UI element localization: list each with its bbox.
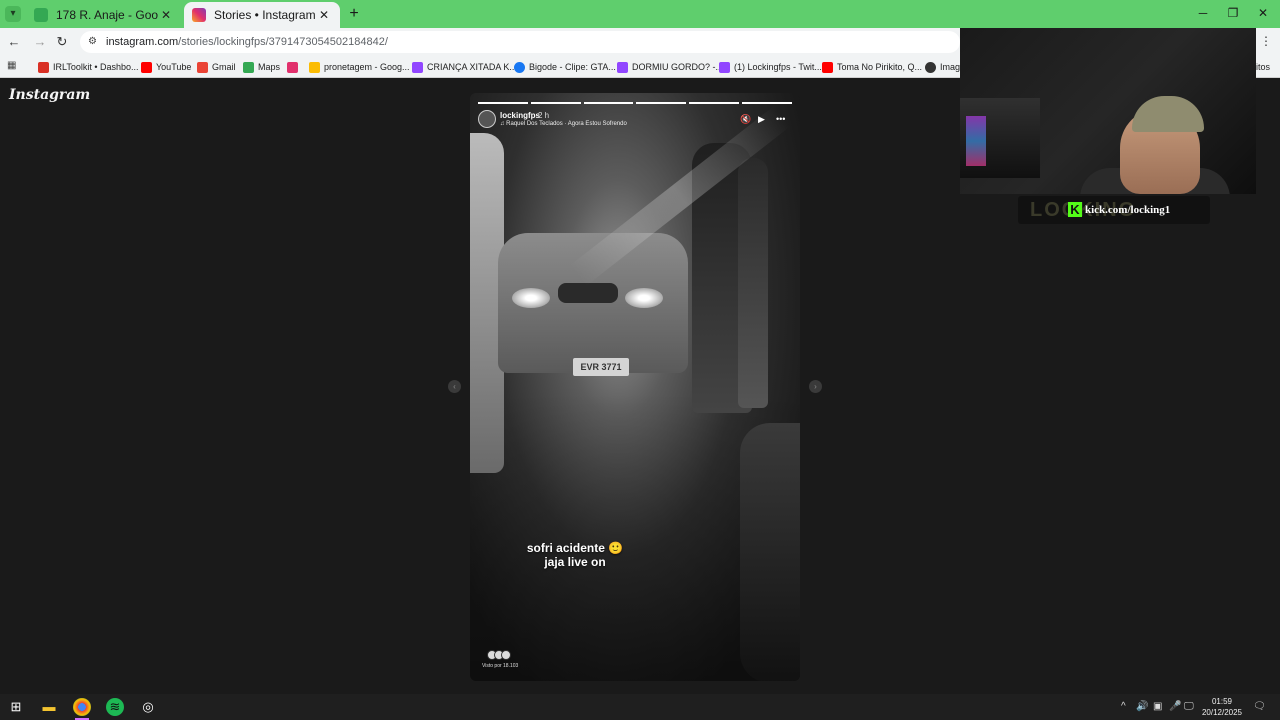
story-username[interactable]: lockingfps <box>500 111 540 120</box>
caption-line: jaja live on <box>544 555 606 569</box>
restore-icon[interactable]: ❐ <box>1226 6 1240 20</box>
facebook-icon <box>514 61 525 73</box>
network-icon[interactable]: 🖵 <box>1184 701 1194 712</box>
avatar[interactable] <box>478 110 496 128</box>
notifications-icon[interactable]: 🗨 <box>1253 701 1266 712</box>
story-photo-person <box>738 158 768 408</box>
bookmark-pronetagem[interactable]: pronetagem - Goog... <box>309 60 410 74</box>
bookmark-irltoolkit[interactable]: IRLToolkit • Dashbo... <box>38 60 139 74</box>
story-photo-headlight <box>625 288 663 308</box>
twitch-icon <box>617 61 628 73</box>
tab-instagram[interactable]: Stories • Instagram ✕ <box>184 2 340 28</box>
bookmark-crianca[interactable]: CRIANÇA XITADA K... <box>412 60 517 74</box>
instagram-logo[interactable]: Instagram <box>9 87 90 103</box>
viewer-avatars[interactable] <box>487 650 511 660</box>
mute-icon[interactable]: 🔇 <box>740 114 751 125</box>
bookmark-lockingfps[interactable]: (1) Lockingfps - Twit... <box>719 60 822 74</box>
clock-time: 01:59 <box>1211 697 1233 706</box>
story-photo-motorcycle <box>740 423 800 681</box>
bookmark-gmail[interactable]: Gmail <box>197 60 236 74</box>
maps-icon <box>243 61 254 73</box>
chrome-icon[interactable] <box>73 698 91 720</box>
instagram-icon <box>287 61 298 73</box>
tab-search-icon[interactable]: ▾ <box>5 6 21 22</box>
bookmark-image[interactable]: Image <box>925 60 965 74</box>
tab-title: Stories • Instagram <box>214 8 316 22</box>
youtube-icon <box>822 61 833 73</box>
site-info-icon[interactable]: ⚙ <box>88 36 100 48</box>
previous-story-arrow-icon[interactable]: ‹ <box>448 380 461 393</box>
taskbar: ⊞ ▬ ≋ ◎ ^ 🔊 ▣ 🎤 🖵 01:59 20/12/2025 🗨 <box>0 694 1280 720</box>
forward-icon[interactable]: → <box>32 34 48 50</box>
globe-icon <box>925 61 936 73</box>
webcam-person-cap <box>1132 96 1204 132</box>
bookmark-dormiu[interactable]: DORMIU GORDO? -... <box>617 60 723 74</box>
maps-icon <box>34 8 48 22</box>
story-music-label[interactable]: ♫ Raquel Dos Teclados · Agora Estou Sofr… <box>500 121 627 127</box>
back-icon[interactable]: ← <box>6 34 22 50</box>
apps-grid-icon[interactable]: ▦ <box>7 60 16 71</box>
url-text: instagram.com/stories/lockingfps/3791473… <box>106 36 388 48</box>
new-tab-button[interactable]: + <box>345 5 363 23</box>
story-photo-grille <box>558 283 618 303</box>
viewer-avatar <box>501 650 511 660</box>
webcam-overlay <box>960 28 1256 194</box>
play-icon[interactable]: ▶ <box>758 114 765 125</box>
taskbar-clock[interactable]: 01:59 20/12/2025 <box>1200 696 1244 718</box>
close-tab-icon[interactable]: ✕ <box>316 8 332 22</box>
close-tab-icon[interactable]: ✕ <box>158 8 174 22</box>
more-options-icon[interactable]: ••• <box>776 114 785 124</box>
story-time: 2 h <box>538 111 550 120</box>
irltoolkit-icon <box>38 61 49 73</box>
seen-by-count[interactable]: Visto por 18.103 <box>482 663 518 669</box>
bookmark-maps[interactable]: Maps <box>243 60 280 74</box>
kick-logo-icon: K <box>1068 202 1082 217</box>
address-bar[interactable]: ⚙ instagram.com/stories/lockingfps/37914… <box>80 31 960 53</box>
kick-url: kick.com/locking1 <box>1085 204 1171 216</box>
instagram-icon <box>192 8 206 22</box>
minimize-icon[interactable]: ─ <box>1196 6 1210 20</box>
story-progress-bars <box>478 102 792 104</box>
story-photo-plate: EVR 3771 <box>573 358 629 376</box>
next-story-arrow-icon[interactable]: › <box>809 380 822 393</box>
spotify-icon[interactable]: ≋ <box>106 698 124 716</box>
gmail-icon <box>197 61 208 73</box>
webcam-rgb-light <box>966 116 986 166</box>
drive-icon <box>309 61 320 73</box>
file-explorer-icon[interactable]: ▬ <box>40 698 58 716</box>
twitch-icon <box>412 61 423 73</box>
twitch-icon <box>719 61 730 73</box>
youtube-icon <box>141 61 152 73</box>
obs-icon[interactable]: ◎ <box>139 698 157 716</box>
device-icon[interactable]: ▣ <box>1153 701 1162 712</box>
story-photo-headlight <box>512 288 550 308</box>
bookmark-instagram[interactable] <box>287 60 302 74</box>
story-viewer[interactable]: EVR 3771 lockingfps 2 h ♫ Raquel Dos Tec… <box>470 93 800 681</box>
bookmark-youtube[interactable]: YouTube <box>141 60 191 74</box>
kick-banner: LOCKING K kick.com/locking1 <box>1018 196 1210 224</box>
microphone-icon[interactable]: 🎤 <box>1169 701 1181 712</box>
tab-title: 178 R. Anaje - Google Maps <box>56 8 158 22</box>
windows-start-icon[interactable]: ⊞ <box>7 698 25 716</box>
tab-google-maps[interactable]: 178 R. Anaje - Google Maps ✕ <box>26 2 182 28</box>
tab-strip: ▾ 178 R. Anaje - Google Maps ✕ Stories •… <box>0 0 1280 28</box>
story-caption: sofri acidente 🙂 jaja live on <box>500 541 650 569</box>
caption-line: sofri acidente 🙂 <box>526 541 624 555</box>
close-window-icon[interactable]: ✕ <box>1256 6 1270 20</box>
reload-icon[interactable]: ↻ <box>54 34 70 50</box>
volume-icon[interactable]: 🔊 <box>1136 701 1148 712</box>
clock-date: 20/12/2025 <box>1201 708 1243 717</box>
bookmark-toma[interactable]: Toma No Pirikito, Q... <box>822 60 922 74</box>
tray-overflow-icon[interactable]: ^ <box>1121 701 1126 712</box>
bookmark-bigode[interactable]: Bigode - Clipe: GTA... <box>514 60 616 74</box>
browser-menu-icon[interactable]: ⋮ <box>1260 34 1272 48</box>
